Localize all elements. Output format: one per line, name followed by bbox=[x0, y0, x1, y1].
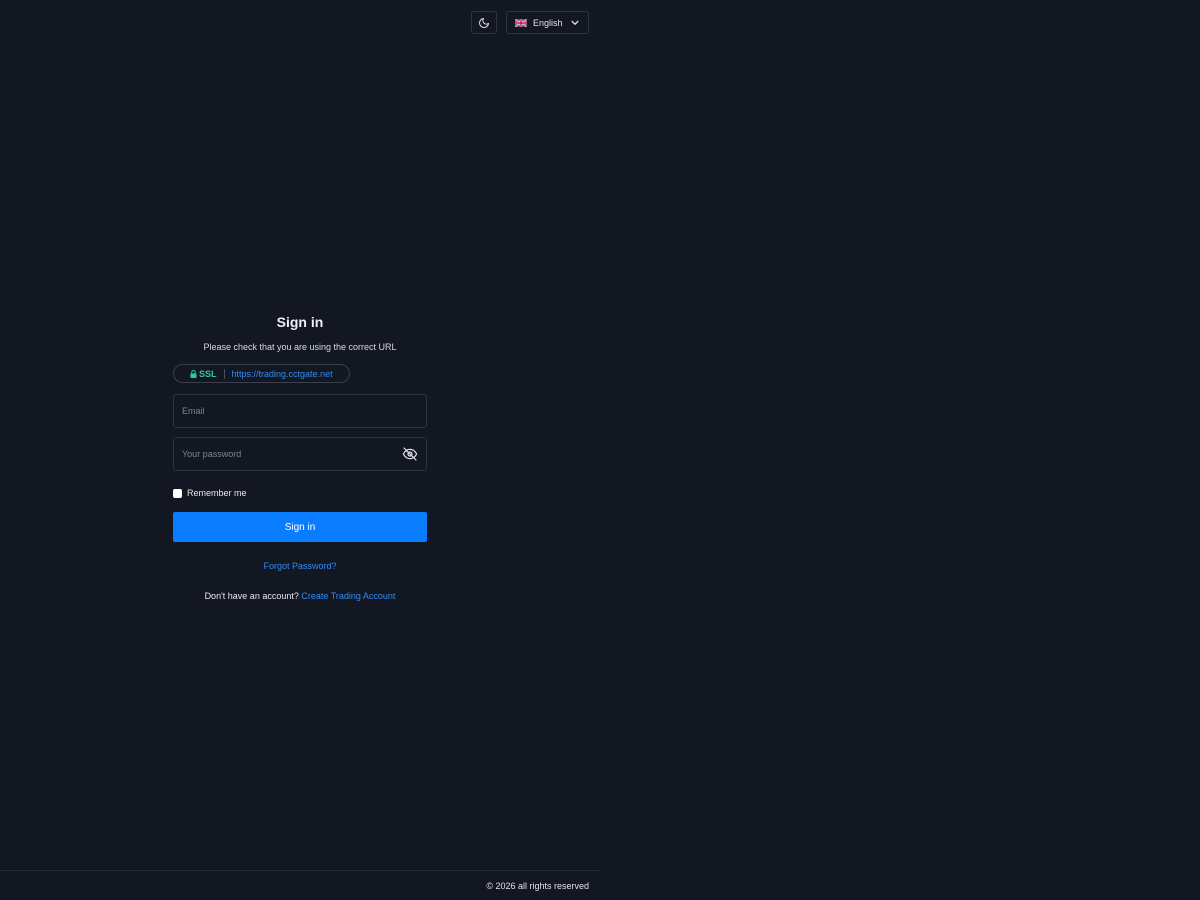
language-select[interactable]: English bbox=[506, 11, 589, 34]
remember-me-label[interactable]: Remember me bbox=[187, 488, 247, 498]
create-account-link[interactable]: Create Trading Account bbox=[301, 591, 395, 601]
uk-flag-icon bbox=[515, 18, 527, 27]
signup-prompt: Don't have an account? Create Trading Ac… bbox=[173, 590, 427, 602]
lock-icon bbox=[190, 369, 197, 378]
password-field[interactable] bbox=[173, 437, 427, 471]
forgot-password-link[interactable]: Forgot Password? bbox=[173, 560, 427, 572]
footer-divider bbox=[0, 870, 600, 871]
signin-form: Sign in Please check that you are using … bbox=[173, 312, 427, 602]
ssl-divider bbox=[223, 368, 225, 379]
email-input[interactable] bbox=[182, 406, 418, 416]
remember-me-checkbox[interactable] bbox=[173, 488, 182, 498]
email-field[interactable] bbox=[173, 394, 427, 428]
chevron-down-icon bbox=[571, 20, 579, 25]
theme-toggle-button[interactable] bbox=[471, 11, 497, 34]
signin-button[interactable]: Sign in bbox=[173, 512, 427, 542]
signin-page: English Sign in Please check that you ar… bbox=[0, 0, 1200, 900]
ssl-label: SSL bbox=[199, 368, 217, 379]
ssl-url: https://trading.cctgate.net bbox=[231, 368, 333, 379]
copyright: © 2026 all rights reserved bbox=[486, 881, 589, 891]
remember-me-row: Remember me bbox=[173, 487, 427, 499]
ssl-badge: SSL https://trading.cctgate.net bbox=[173, 364, 350, 383]
language-label: English bbox=[533, 17, 563, 28]
eye-off-icon[interactable] bbox=[402, 446, 418, 462]
password-input[interactable] bbox=[182, 449, 402, 459]
url-check-notice: Please check that you are using the corr… bbox=[203, 342, 397, 352]
moon-icon bbox=[479, 17, 489, 28]
signup-text: Don't have an account? bbox=[204, 591, 299, 601]
page-title: Sign in bbox=[276, 314, 324, 330]
